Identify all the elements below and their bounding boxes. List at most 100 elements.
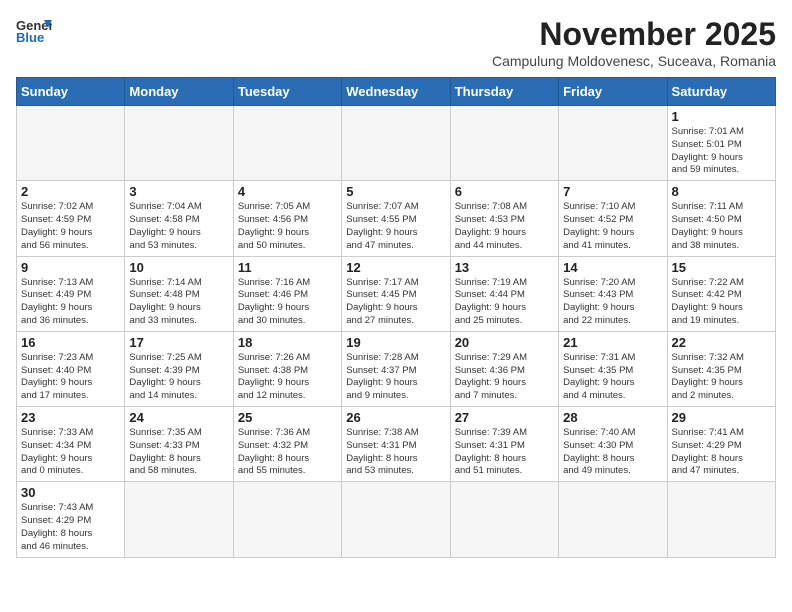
day-info: Sunrise: 7:26 AMSunset: 4:38 PMDaylight:… (238, 352, 337, 403)
table-row: 4 Sunrise: 7:05 AMSunset: 4:56 PMDaylight… (233, 181, 341, 256)
table-row: 21 Sunrise: 7:31 AMSunset: 4:35 PMDayligh… (559, 331, 667, 406)
day-number: 17 (129, 335, 228, 350)
title-block: November 2025 Campulung Moldovenesc, Suc… (492, 16, 776, 69)
day-info: Sunrise: 7:40 AMSunset: 4:30 PMDaylight:… (563, 427, 662, 478)
day-number: 22 (672, 335, 771, 350)
table-row: 9 Sunrise: 7:13 AMSunset: 4:49 PMDaylight… (17, 256, 125, 331)
day-info: Sunrise: 7:31 AMSunset: 4:35 PMDaylight:… (563, 352, 662, 403)
day-number: 6 (455, 184, 554, 199)
day-info: Sunrise: 7:10 AMSunset: 4:52 PMDaylight:… (563, 201, 662, 252)
day-number: 24 (129, 410, 228, 425)
day-info: Sunrise: 7:41 AMSunset: 4:29 PMDaylight:… (672, 427, 771, 478)
table-row: 29Sunrise: 7:41 AMSunset: 4:29 PMDayligh… (667, 407, 775, 482)
svg-text:Blue: Blue (16, 30, 44, 44)
day-info: Sunrise: 7:01 AMSunset: 5:01 PMDaylight:… (672, 126, 771, 177)
empty-cell (233, 106, 341, 181)
empty-cell (342, 482, 450, 557)
weekday-header-row: Sunday Monday Tuesday Wednesday Thursday… (17, 78, 776, 106)
table-row: 6Sunrise: 7:08 AMSunset: 4:53 PMDaylight… (450, 181, 558, 256)
empty-cell (342, 106, 450, 181)
day-number: 27 (455, 410, 554, 425)
day-number: 26 (346, 410, 445, 425)
day-info: Sunrise: 7:33 AMSunset: 4:34 PMDaylight:… (21, 427, 120, 478)
table-row: 7 Sunrise: 7:10 AMSunset: 4:52 PMDaylight… (559, 181, 667, 256)
day-info: Sunrise: 7:43 AMSunset: 4:29 PMDaylight:… (21, 502, 120, 553)
empty-cell (125, 106, 233, 181)
subtitle: Campulung Moldovenesc, Suceava, Romania (492, 53, 776, 69)
table-row: 22Sunrise: 7:32 AMSunset: 4:35 PMDayligh… (667, 331, 775, 406)
day-info: Sunrise: 7:25 AMSunset: 4:39 PMDaylight:… (129, 352, 228, 403)
day-number: 14 (563, 260, 662, 275)
day-info: Sunrise: 7:28 AMSunset: 4:37 PMDaylight:… (346, 352, 445, 403)
day-number: 8 (672, 184, 771, 199)
day-info: Sunrise: 7:04 AMSunset: 4:58 PMDaylight:… (129, 201, 228, 252)
day-number: 20 (455, 335, 554, 350)
table-row: 26Sunrise: 7:38 AMSunset: 4:31 PMDayligh… (342, 407, 450, 482)
month-title: November 2025 (492, 16, 776, 53)
calendar-week-row: 1 Sunrise: 7:01 AMSunset: 5:01 PMDaylight… (17, 106, 776, 181)
calendar-week-row: 16Sunrise: 7:23 AMSunset: 4:40 PMDayligh… (17, 331, 776, 406)
day-number: 30 (21, 485, 120, 500)
day-info: Sunrise: 7:20 AMSunset: 4:43 PMDaylight:… (563, 277, 662, 328)
table-row: 5 Sunrise: 7:07 AMSunset: 4:55 PMDaylight… (342, 181, 450, 256)
day-number: 7 (563, 184, 662, 199)
table-row: 20 Sunrise: 7:29 AMSunset: 4:36 PMDayligh… (450, 331, 558, 406)
table-row: 19 Sunrise: 7:28 AMSunset: 4:37 PMDayligh… (342, 331, 450, 406)
day-number: 13 (455, 260, 554, 275)
day-info: Sunrise: 7:11 AMSunset: 4:50 PMDaylight:… (672, 201, 771, 252)
day-number: 12 (346, 260, 445, 275)
day-info: Sunrise: 7:19 AMSunset: 4:44 PMDaylight:… (455, 277, 554, 328)
empty-cell (450, 106, 558, 181)
day-number: 9 (21, 260, 120, 275)
header-thursday: Thursday (450, 78, 558, 106)
day-info: Sunrise: 7:35 AMSunset: 4:33 PMDaylight:… (129, 427, 228, 478)
day-info: Sunrise: 7:22 AMSunset: 4:42 PMDaylight:… (672, 277, 771, 328)
calendar-week-row: 9 Sunrise: 7:13 AMSunset: 4:49 PMDaylight… (17, 256, 776, 331)
day-info: Sunrise: 7:36 AMSunset: 4:32 PMDaylight:… (238, 427, 337, 478)
day-info: Sunrise: 7:17 AMSunset: 4:45 PMDaylight:… (346, 277, 445, 328)
day-number: 1 (672, 109, 771, 124)
table-row: 27 Sunrise: 7:39 AMSunset: 4:31 PMDayligh… (450, 407, 558, 482)
day-info: Sunrise: 7:02 AMSunset: 4:59 PMDaylight:… (21, 201, 120, 252)
day-number: 21 (563, 335, 662, 350)
header-monday: Monday (125, 78, 233, 106)
day-info: Sunrise: 7:14 AMSunset: 4:48 PMDaylight:… (129, 277, 228, 328)
header-wednesday: Wednesday (342, 78, 450, 106)
day-number: 19 (346, 335, 445, 350)
header-sunday: Sunday (17, 78, 125, 106)
header-saturday: Saturday (667, 78, 775, 106)
day-info: Sunrise: 7:39 AMSunset: 4:31 PMDaylight:… (455, 427, 554, 478)
calendar-week-row: 23 Sunrise: 7:33 AMSunset: 4:34 PMDayligh… (17, 407, 776, 482)
table-row: 30 Sunrise: 7:43 AMSunset: 4:29 PMDayligh… (17, 482, 125, 557)
table-row: 2 Sunrise: 7:02 AMSunset: 4:59 PMDaylight… (17, 181, 125, 256)
day-number: 23 (21, 410, 120, 425)
day-info: Sunrise: 7:13 AMSunset: 4:49 PMDaylight:… (21, 277, 120, 328)
day-info: Sunrise: 7:05 AMSunset: 4:56 PMDaylight:… (238, 201, 337, 252)
empty-cell (667, 482, 775, 557)
day-number: 15 (672, 260, 771, 275)
day-number: 2 (21, 184, 120, 199)
day-number: 3 (129, 184, 228, 199)
calendar-week-row: 30 Sunrise: 7:43 AMSunset: 4:29 PMDayligh… (17, 482, 776, 557)
empty-cell (17, 106, 125, 181)
empty-cell (559, 106, 667, 181)
day-number: 10 (129, 260, 228, 275)
day-info: Sunrise: 7:07 AMSunset: 4:55 PMDaylight:… (346, 201, 445, 252)
day-number: 4 (238, 184, 337, 199)
table-row: 11Sunrise: 7:16 AMSunset: 4:46 PMDayligh… (233, 256, 341, 331)
table-row: 28Sunrise: 7:40 AMSunset: 4:30 PMDayligh… (559, 407, 667, 482)
table-row: 8 Sunrise: 7:11 AMSunset: 4:50 PMDaylight… (667, 181, 775, 256)
table-row: 1 Sunrise: 7:01 AMSunset: 5:01 PMDaylight… (667, 106, 775, 181)
logo: General Blue (16, 16, 52, 44)
day-info: Sunrise: 7:29 AMSunset: 4:36 PMDaylight:… (455, 352, 554, 403)
day-number: 5 (346, 184, 445, 199)
table-row: 25 Sunrise: 7:36 AMSunset: 4:32 PMDayligh… (233, 407, 341, 482)
table-row: 17 Sunrise: 7:25 AMSunset: 4:39 PMDayligh… (125, 331, 233, 406)
day-number: 25 (238, 410, 337, 425)
calendar-week-row: 2 Sunrise: 7:02 AMSunset: 4:59 PMDaylight… (17, 181, 776, 256)
logo-icon: General Blue (16, 16, 52, 44)
table-row: 24 Sunrise: 7:35 AMSunset: 4:33 PMDayligh… (125, 407, 233, 482)
empty-cell (559, 482, 667, 557)
table-row: 12 Sunrise: 7:17 AMSunset: 4:45 PMDayligh… (342, 256, 450, 331)
table-row: 10 Sunrise: 7:14 AMSunset: 4:48 PMDayligh… (125, 256, 233, 331)
